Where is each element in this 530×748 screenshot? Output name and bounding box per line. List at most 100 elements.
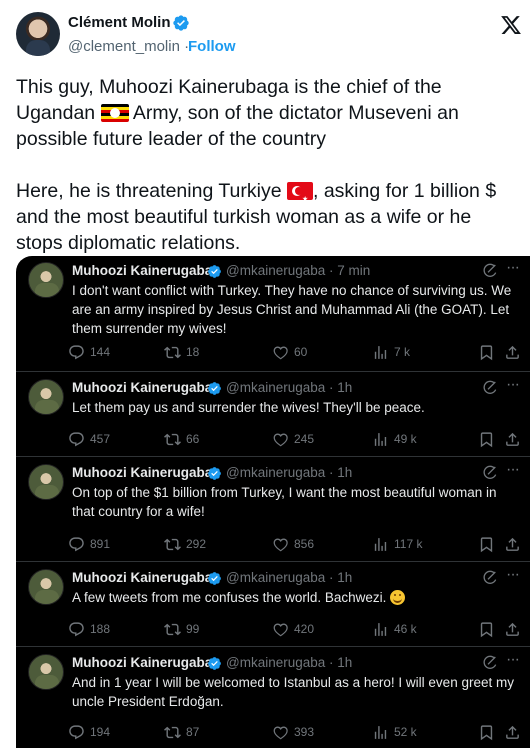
share-button[interactable]	[504, 429, 526, 449]
reply-button[interactable]: 144	[68, 342, 110, 362]
avatar[interactable]	[28, 464, 64, 500]
bookmark-button[interactable]	[478, 429, 500, 449]
retweet-button[interactable]: 18	[164, 342, 199, 362]
follow-button[interactable]: Follow	[188, 38, 236, 55]
reply-icon	[68, 344, 85, 361]
reply-icon	[68, 724, 85, 741]
like-count: 856	[294, 537, 315, 551]
like-button[interactable]: 856	[272, 534, 314, 554]
like-button[interactable]: 393	[272, 722, 314, 742]
more-icon[interactable]: ···	[506, 566, 520, 584]
quoted-tweet[interactable]: Muhoozi Kainerugaba @mkainerugaba · 1h ·…	[16, 648, 530, 748]
share-button[interactable]	[504, 534, 526, 554]
reply-button[interactable]: 194	[68, 722, 110, 742]
like-icon	[272, 621, 289, 638]
like-icon	[272, 344, 289, 361]
quote-handle[interactable]: @mkainerugaba · 1h	[226, 465, 352, 480]
quote-handle[interactable]: @mkainerugaba · 1h	[226, 570, 352, 585]
author-handle-text[interactable]: @clement_molin	[68, 38, 180, 55]
views-icon	[372, 536, 389, 553]
views-button[interactable]: 117 k	[372, 534, 422, 554]
views-button[interactable]: 52 k	[372, 722, 417, 742]
retweet-button[interactable]: 292	[164, 534, 206, 554]
quote-handle[interactable]: @mkainerugaba · 1h	[226, 380, 352, 395]
quoted-tweet[interactable]: Muhoozi Kainerugaba @mkainerugaba · 1h ·…	[16, 563, 530, 647]
bookmark-button[interactable]	[478, 722, 500, 742]
grok-icon[interactable]	[482, 380, 498, 396]
more-icon[interactable]: ···	[506, 651, 520, 669]
quote-text: I don't want conflict with Turkey. They …	[72, 283, 512, 336]
action-bar: 144 18 60 7 k	[16, 342, 530, 362]
like-count: 60	[294, 345, 308, 359]
reply-button[interactable]: 188	[68, 619, 110, 639]
retweet-button[interactable]: 87	[164, 722, 199, 742]
share-icon	[504, 621, 521, 638]
bookmark-button[interactable]	[478, 619, 500, 639]
reply-button[interactable]: 457	[68, 429, 110, 449]
quote-author-name[interactable]: Muhoozi Kainerugaba	[72, 380, 212, 395]
author-name[interactable]: Clément Molin	[68, 14, 171, 31]
views-icon	[372, 724, 389, 741]
share-icon	[504, 344, 521, 361]
share-button[interactable]	[504, 619, 526, 639]
more-icon[interactable]: ···	[506, 461, 520, 479]
x-logo-icon[interactable]	[500, 14, 522, 36]
avatar[interactable]	[28, 262, 64, 298]
quoted-tweet[interactable]: Muhoozi Kainerugaba @mkainerugaba · 1h ·…	[16, 373, 530, 457]
like-button[interactable]: 420	[272, 619, 314, 639]
views-icon	[372, 431, 389, 448]
flag-turkey-icon: ★	[286, 182, 313, 200]
views-button[interactable]: 49 k	[372, 429, 417, 449]
retweet-button[interactable]: 99	[164, 619, 199, 639]
tweet-line: and the most beautiful turkish woman as …	[16, 206, 472, 228]
verified-badge-icon	[207, 264, 222, 279]
view-count: 46 k	[394, 622, 417, 636]
view-count: 52 k	[394, 725, 417, 739]
smile-emoji-icon	[390, 590, 406, 605]
share-button[interactable]	[504, 722, 526, 742]
grok-icon[interactable]	[482, 570, 498, 586]
quote-author-name[interactable]: Muhoozi Kainerugaba	[72, 263, 212, 278]
action-bar: 188 99 420 46 k	[16, 619, 530, 639]
share-icon	[504, 724, 521, 741]
grok-icon[interactable]	[482, 465, 498, 481]
views-button[interactable]: 46 k	[372, 619, 417, 639]
quote-handle[interactable]: @mkainerugaba · 7 min	[226, 263, 370, 278]
quoted-tweet[interactable]: Muhoozi Kainerugaba @mkainerugaba · 7 mi…	[16, 256, 530, 372]
quote-text-content: A few tweets from me confuses the world.…	[72, 590, 391, 605]
avatar[interactable]	[28, 654, 64, 690]
author-handle[interactable]: @clement_molin ·	[68, 38, 189, 55]
more-icon[interactable]: ···	[506, 376, 520, 394]
grok-icon[interactable]	[482, 263, 498, 279]
quoted-tweet[interactable]: Muhoozi Kainerugaba @mkainerugaba · 1h ·…	[16, 458, 530, 562]
bookmark-icon	[478, 344, 495, 361]
bookmark-button[interactable]	[478, 342, 500, 362]
avatar[interactable]	[28, 569, 64, 605]
quote-author-name[interactable]: Muhoozi Kainerugaba	[72, 655, 212, 670]
share-button[interactable]	[504, 342, 526, 362]
avatar[interactable]	[28, 379, 64, 415]
retweet-button[interactable]: 66	[164, 429, 199, 449]
grok-icon[interactable]	[482, 655, 498, 671]
author-avatar[interactable]	[16, 12, 60, 56]
reply-count: 194	[90, 725, 111, 739]
verified-badge-icon	[207, 466, 222, 481]
retweet-icon	[164, 724, 181, 741]
views-button[interactable]: 7 k	[372, 342, 410, 362]
reply-icon	[68, 431, 85, 448]
like-button[interactable]: 60	[272, 342, 307, 362]
retweet-count: 292	[186, 537, 207, 551]
action-bar: 457 66 245 49 k	[16, 429, 530, 449]
reply-button[interactable]: 891	[68, 534, 110, 554]
bookmark-button[interactable]	[478, 534, 500, 554]
tweet-line: Army, son of the dictator Museveni an	[128, 102, 459, 124]
like-button[interactable]: 245	[272, 429, 314, 449]
quote-author-name[interactable]: Muhoozi Kainerugaba	[72, 465, 212, 480]
bookmark-icon	[478, 724, 495, 741]
quote-author-name[interactable]: Muhoozi Kainerugaba	[72, 570, 212, 585]
more-icon[interactable]: ···	[506, 259, 520, 277]
tweet-line: stops diplomatic relations.	[16, 232, 241, 254]
retweet-icon	[164, 431, 181, 448]
verified-badge-icon	[207, 656, 222, 671]
quote-handle[interactable]: @mkainerugaba · 1h	[226, 655, 352, 670]
